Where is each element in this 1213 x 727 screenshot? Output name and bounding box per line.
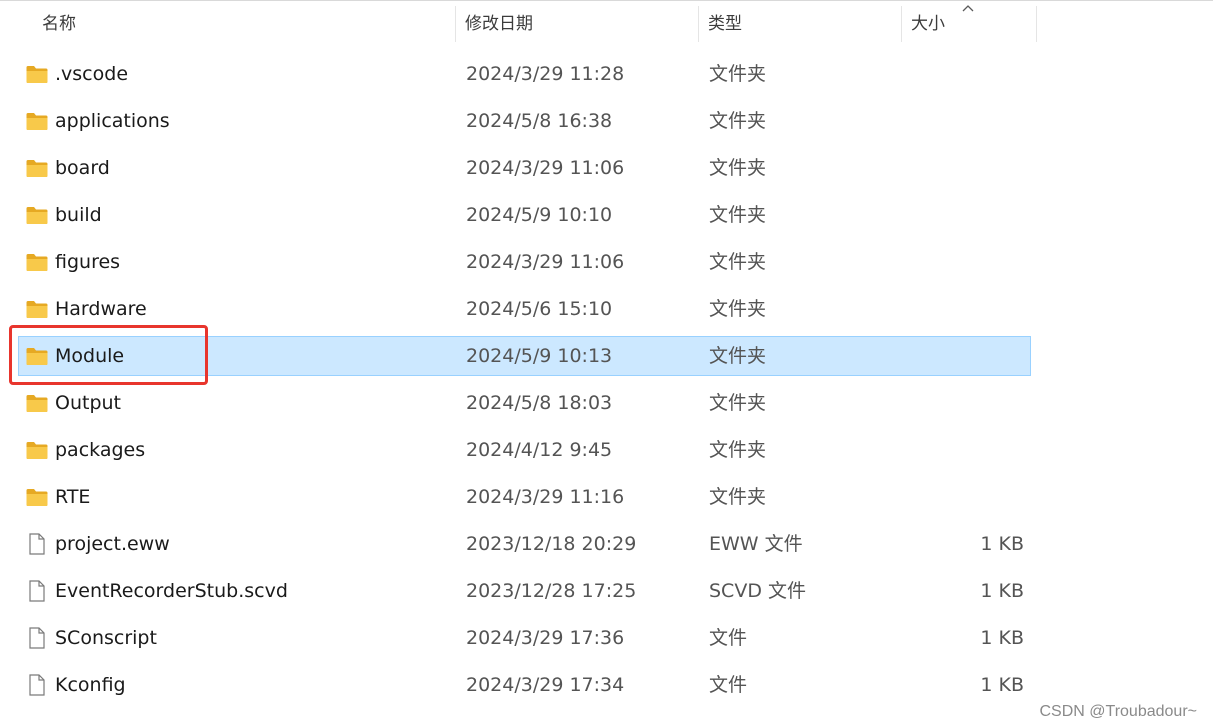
file-row-vscode[interactable]: .vscode 2024/3/29 11:28 文件夹 — [18, 54, 1031, 94]
folder-icon — [25, 251, 49, 273]
file-size — [904, 149, 1024, 187]
folder-icon — [25, 392, 49, 414]
modified-date: 2024/3/29 11:28 — [466, 63, 625, 85]
modified-date: 2024/5/9 10:13 — [466, 345, 613, 367]
file-icon — [25, 580, 49, 602]
file-name: SConscript — [55, 627, 157, 649]
modified-date: 2023/12/18 20:29 — [466, 533, 637, 555]
modified-date: 2024/5/9 10:10 — [466, 204, 613, 226]
file-row-applications[interactable]: applications 2024/5/8 16:38 文件夹 — [18, 101, 1031, 141]
modified-date: 2024/5/8 18:03 — [466, 392, 613, 414]
file-type: 文件夹 — [709, 392, 767, 414]
file-name: applications — [55, 110, 170, 132]
folder-icon — [25, 157, 49, 179]
file-size — [904, 478, 1024, 516]
file-name: packages — [55, 439, 146, 461]
file-name: figures — [55, 251, 121, 273]
modified-date: 2024/4/12 9:45 — [466, 439, 613, 461]
file-size — [904, 431, 1024, 469]
column-header-name[interactable]: 名称 — [34, 4, 454, 44]
file-size: 1 KB — [980, 533, 1024, 555]
file-name: RTE — [55, 486, 91, 508]
file-row-hardware[interactable]: Hardware 2024/5/6 15:10 文件夹 — [18, 289, 1031, 329]
file-row-packages[interactable]: packages 2024/4/12 9:45 文件夹 — [18, 430, 1031, 470]
file-row-build[interactable]: build 2024/5/9 10:10 文件夹 — [18, 195, 1031, 235]
file-row-kconfig[interactable]: Kconfig 2024/3/29 17:34 文件 1 KB — [18, 665, 1031, 705]
file-row-eventrecorderstub-scvd[interactable]: EventRecorderStub.scvd 2023/12/28 17:25 SC… — [18, 571, 1031, 611]
file-name: project.eww — [55, 533, 170, 555]
file-size — [904, 243, 1024, 281]
file-type: 文件夹 — [709, 345, 767, 367]
top-divider — [0, 0, 1213, 1]
modified-date: 2024/5/6 15:10 — [466, 298, 613, 320]
folder-icon — [25, 486, 49, 508]
column-divider[interactable] — [455, 6, 456, 42]
file-row-output[interactable]: Output 2024/5/8 18:03 文件夹 — [18, 383, 1031, 423]
file-icon — [25, 533, 49, 555]
sort-ascending-icon — [962, 5, 974, 12]
file-type: 文件夹 — [709, 486, 767, 508]
folder-icon — [25, 63, 49, 85]
file-row-figures[interactable]: figures 2024/3/29 11:06 文件夹 — [18, 242, 1031, 282]
file-type: 文件 — [709, 627, 748, 649]
folder-icon — [25, 439, 49, 461]
file-explorer-list: 名称 修改日期 类型 大小 .vscode 2024/3/29 11:28 文件夹 a… — [0, 0, 1213, 727]
file-type: 文件夹 — [709, 251, 767, 273]
watermark: CSDN @Troubadour~ — [1039, 703, 1198, 720]
folder-icon — [25, 204, 49, 226]
file-size — [904, 337, 1024, 375]
file-type: 文件夹 — [709, 63, 767, 85]
file-size — [904, 384, 1024, 422]
folder-icon — [25, 298, 49, 320]
file-size — [904, 102, 1024, 140]
file-row-project-eww[interactable]: project.eww 2023/12/18 20:29 EWW 文件 1 KB — [18, 524, 1031, 564]
file-type: 文件夹 — [709, 204, 767, 226]
file-name: Output — [55, 392, 121, 414]
file-size — [904, 290, 1024, 328]
column-divider[interactable] — [698, 6, 699, 42]
column-header-date[interactable]: 修改日期 — [457, 4, 697, 44]
file-row-module[interactable]: Module 2024/5/9 10:13 文件夹 — [18, 336, 1031, 376]
column-header-bar: 名称 修改日期 类型 大小 — [0, 4, 1213, 44]
file-row-rte[interactable]: RTE 2024/3/29 11:16 文件夹 — [18, 477, 1031, 517]
file-size: 1 KB — [980, 627, 1024, 649]
file-size — [904, 196, 1024, 234]
modified-date: 2024/3/29 17:36 — [466, 627, 625, 649]
column-header-type[interactable]: 类型 — [700, 4, 900, 44]
file-row-sconscript[interactable]: SConscript 2024/3/29 17:36 文件 1 KB — [18, 618, 1031, 658]
modified-date: 2024/5/8 16:38 — [466, 110, 613, 132]
modified-date: 2024/3/29 11:06 — [466, 251, 625, 273]
column-divider[interactable] — [901, 6, 902, 42]
file-type: 文件 — [709, 674, 748, 696]
folder-icon — [25, 345, 49, 367]
file-size — [904, 55, 1024, 93]
file-name: build — [55, 204, 102, 226]
file-name: Hardware — [55, 298, 147, 320]
file-row-board[interactable]: board 2024/3/29 11:06 文件夹 — [18, 148, 1031, 188]
file-name: Module — [55, 345, 125, 367]
file-name: Kconfig — [55, 674, 126, 696]
file-name: EventRecorderStub.scvd — [55, 580, 288, 602]
folder-icon — [25, 110, 49, 132]
file-name: board — [55, 157, 110, 179]
file-name: .vscode — [55, 63, 129, 85]
file-icon — [25, 674, 49, 696]
file-type: 文件夹 — [709, 439, 767, 461]
file-type: 文件夹 — [709, 110, 767, 132]
file-type: EWW 文件 — [709, 533, 803, 555]
file-type: 文件夹 — [709, 298, 767, 320]
modified-date: 2024/3/29 11:06 — [466, 157, 625, 179]
modified-date: 2024/3/29 11:16 — [466, 486, 625, 508]
modified-date: 2023/12/28 17:25 — [466, 580, 637, 602]
file-size: 1 KB — [980, 580, 1024, 602]
file-size: 1 KB — [980, 674, 1024, 696]
file-type: SCVD 文件 — [709, 580, 806, 602]
column-divider[interactable] — [1036, 6, 1037, 42]
file-icon — [25, 627, 49, 649]
scroll-cutoff — [0, 718, 1213, 727]
modified-date: 2024/3/29 17:34 — [466, 674, 625, 696]
file-type: 文件夹 — [709, 157, 767, 179]
